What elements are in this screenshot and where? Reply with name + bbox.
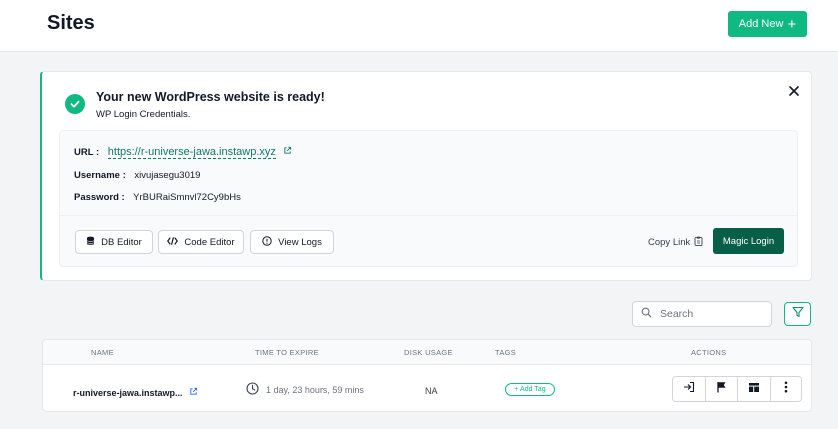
notice-subtitle: WP Login Credentials. (96, 109, 191, 120)
site-name[interactable]: r-universe-jawa.instawp... (73, 388, 183, 398)
more-actions-button[interactable] (770, 377, 801, 401)
add-new-label: Add New (738, 18, 784, 30)
add-new-button[interactable]: Add New + (728, 11, 807, 37)
magic-login-button[interactable]: Magic Login (713, 228, 784, 254)
close-icon[interactable] (787, 84, 801, 98)
disk-usage-value: NA (425, 386, 438, 396)
check-circle-icon (65, 94, 85, 114)
filter-button[interactable] (784, 302, 811, 326)
page-title: Sites (47, 12, 95, 34)
db-editor-label: DB Editor (101, 236, 142, 248)
password-value: YrBURaiSmnvl72Cy9bHs (133, 192, 241, 203)
layout-icon (748, 380, 760, 398)
column-name: NAME (91, 348, 114, 357)
db-editor-button[interactable]: DB Editor (75, 230, 153, 254)
database-icon (86, 236, 95, 249)
password-label: Password : (74, 192, 125, 203)
credentials-actions: DB Editor Code Editor View Logs Copy Lin… (60, 215, 797, 267)
view-logs-label: View Logs (278, 236, 322, 248)
copy-link-label: Copy Link (648, 237, 691, 248)
search-input[interactable] (660, 308, 760, 320)
url-row: URL : https://r-universe-jawa.instawp.xy… (74, 146, 292, 159)
login-icon (683, 380, 695, 398)
external-link-icon[interactable] (189, 387, 198, 398)
plus-icon: + (787, 15, 797, 33)
flag-icon (716, 380, 727, 398)
external-link-icon[interactable] (283, 146, 292, 158)
sites-table: NAME TIME TO EXPIRE DISK USAGE TAGS ACTI… (42, 339, 812, 412)
search-box[interactable] (632, 301, 772, 327)
column-time-to-expire: TIME TO EXPIRE (255, 348, 319, 357)
layout-action-button[interactable] (738, 377, 771, 401)
code-editor-button[interactable]: Code Editor (158, 230, 244, 254)
time-to-expire-value: 1 day, 23 hours, 59 mins (266, 384, 364, 395)
more-vertical-icon (784, 380, 788, 398)
site-name-cell[interactable]: r-universe-jawa.instawp... (73, 387, 198, 398)
password-row: Password : YrBURaiSmnvl72Cy9bHs (74, 192, 241, 203)
notice-title: Your new WordPress website is ready! (96, 90, 325, 104)
info-icon (262, 235, 272, 249)
row-actions (672, 376, 802, 402)
column-actions: ACTIONS (691, 348, 727, 357)
filter-icon (791, 305, 804, 323)
code-icon (167, 236, 179, 248)
username-row: Username : xivujasegu3019 (74, 170, 200, 181)
clipboard-icon (694, 236, 703, 249)
username-value: xivujasegu3019 (134, 170, 201, 181)
credentials-box: URL : https://r-universe-jawa.instawp.xy… (59, 130, 798, 267)
site-url-link[interactable]: https://r-universe-jawa.instawp.xyz (107, 146, 276, 159)
column-disk-usage: DISK USAGE (404, 348, 453, 357)
site-ready-notice: Your new WordPress website is ready! WP … (40, 71, 812, 281)
code-editor-label: Code Editor (184, 236, 235, 248)
add-tag-button[interactable]: + Add Tag (505, 383, 555, 396)
clock-icon (246, 382, 259, 397)
flag-action-button[interactable] (705, 377, 738, 401)
page-header: Sites Add New + (0, 0, 838, 52)
copy-link-button[interactable]: Copy Link (648, 236, 703, 249)
table-header: NAME TIME TO EXPIRE DISK USAGE TAGS ACTI… (43, 340, 811, 365)
view-logs-button[interactable]: View Logs (250, 230, 334, 254)
time-to-expire-cell: 1 day, 23 hours, 59 mins (246, 382, 364, 397)
search-icon (641, 305, 652, 323)
url-label: URL : (74, 147, 100, 158)
login-action-button[interactable] (673, 377, 706, 401)
username-label: Username : (74, 170, 126, 181)
column-tags: TAGS (495, 348, 517, 357)
